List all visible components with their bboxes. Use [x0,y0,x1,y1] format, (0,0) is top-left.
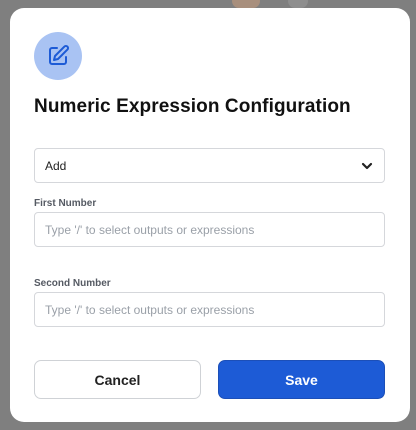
first-number-input[interactable] [34,212,385,247]
second-number-label: Second Number [34,278,111,289]
chevron-down-icon [361,162,373,169]
second-number-input[interactable] [34,292,385,327]
dialog-icon-badge [34,32,82,80]
operation-select-value: Add [45,158,67,173]
backdrop-decoration [232,0,260,8]
dialog-title: Numeric Expression Configuration [34,96,351,117]
operation-select[interactable]: Add [34,148,385,183]
edit-icon [49,45,69,65]
first-number-label: First Number [34,198,97,209]
numeric-expression-dialog: Numeric Expression Configuration Add Fir… [10,8,410,422]
save-button[interactable]: Save [218,360,385,399]
backdrop-decoration [288,0,308,8]
cancel-button[interactable]: Cancel [34,360,201,399]
